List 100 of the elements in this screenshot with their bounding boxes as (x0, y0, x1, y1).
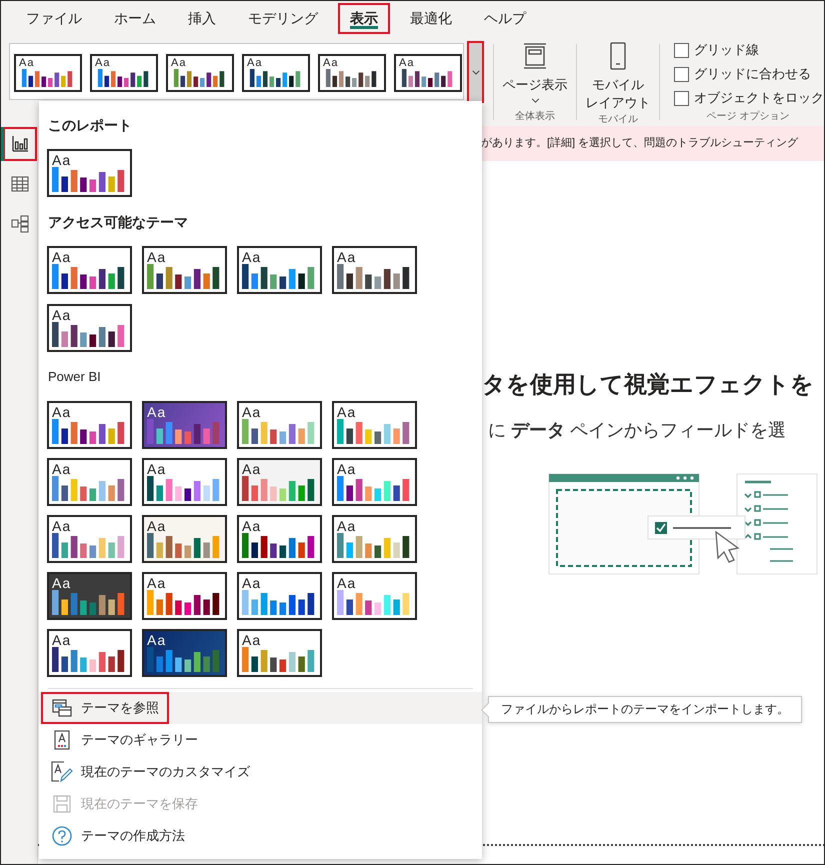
theme-thumbnail[interactable]: Aa (332, 246, 417, 294)
theme-thumbnail[interactable]: Aa (142, 515, 227, 563)
theme-sample-text: Aa (52, 462, 72, 476)
theme-thumbnail[interactable]: Aa (242, 54, 310, 92)
section-title: Power BI (48, 368, 102, 386)
group-label: ページ オプション (706, 110, 790, 124)
theme-thumbnail[interactable]: Aa (142, 246, 227, 294)
tooltip: ファイルからレポートのテーマをインポートします。 (482, 696, 802, 723)
phone-icon (609, 42, 627, 70)
theme-sample-text: Aa (242, 405, 262, 419)
theme-thumbnail[interactable]: Aa (47, 572, 132, 620)
menu-item[interactable]: テーマを参照 (39, 692, 482, 724)
theme-sample-text: Aa (337, 405, 358, 419)
checkbox-label: オブジェクトをロック (694, 89, 824, 107)
model-icon (11, 215, 29, 233)
menu-tab[interactable]: 挿入 (176, 3, 228, 34)
group-label: 全体表示 (515, 110, 555, 124)
bar-chart-icon (147, 264, 222, 289)
theme-thumbnail[interactable]: Aa (142, 401, 227, 449)
view-button[interactable] (3, 127, 37, 161)
theme-thumbnail[interactable]: Aa (47, 304, 132, 352)
theme-thumbnail[interactable]: Aa (142, 572, 227, 620)
bar-chart-icon (242, 264, 317, 289)
theme-sample-text: Aa (242, 250, 262, 264)
menu-tab[interactable]: ホーム (102, 3, 168, 34)
theme-thumbnail[interactable]: Aa (142, 629, 227, 677)
bar-chart-icon (242, 647, 317, 672)
bar-chart-icon (242, 419, 317, 444)
bar-chart-icon (337, 590, 412, 615)
theme-thumbnail[interactable]: Aa (237, 572, 322, 620)
theme-sample-text: Aa (242, 462, 262, 476)
section-title: このレポート (48, 116, 133, 135)
ribbon-button[interactable]: ページ表示 (498, 36, 572, 103)
theme-thumbnail[interactable]: Aa (237, 629, 322, 677)
menu-tab[interactable]: ファイル (14, 3, 94, 34)
menu-tab[interactable]: 表示 (338, 3, 390, 34)
theme-thumbnail[interactable]: Aa (47, 401, 132, 449)
bar-chart-icon (52, 264, 127, 289)
theme-thumbnail[interactable]: Aa (47, 515, 132, 563)
bar-chart-icon (147, 533, 222, 558)
theme-sample-text: Aa (147, 250, 168, 264)
bar-chart-icon (242, 533, 317, 558)
bar-chart-icon (242, 590, 317, 615)
bar-chart-icon (147, 476, 222, 501)
theme-thumbnail[interactable]: Aa (47, 246, 132, 294)
help-icon (52, 826, 72, 846)
more-themes-button[interactable] (467, 41, 484, 103)
bar-chart-icon (147, 647, 222, 672)
menu-tab[interactable]: ヘルプ (472, 3, 538, 34)
theme-sample-text: Aa (337, 462, 358, 476)
theme-sample-text: Aa (242, 633, 262, 647)
theme-sample-text: Aa (52, 250, 72, 264)
theme-thumbnail[interactable]: Aa (90, 54, 158, 92)
chevron-down-icon (472, 70, 480, 74)
pen-icon (51, 761, 73, 783)
theme-thumbnail[interactable]: Aa (166, 54, 234, 92)
checkbox[interactable] (674, 42, 689, 58)
page-view-icon (521, 42, 549, 70)
window-icon (52, 699, 72, 717)
theme-thumbnail[interactable]: Aa (142, 458, 227, 506)
theme-thumbnail[interactable]: Aa (318, 54, 386, 92)
theme-thumbnail[interactable]: Aa (394, 54, 462, 92)
theme-sample-text: Aa (337, 576, 358, 590)
theme-sample-text: Aa (52, 308, 72, 322)
theme-sample-text: Aa (147, 405, 168, 419)
bar-chart-icon (11, 135, 29, 153)
bar-chart-icon (337, 419, 412, 444)
theme-sample-text: Aa (52, 153, 72, 167)
group-label: モバイル (598, 113, 638, 127)
bar-chart-icon (337, 476, 412, 501)
bar-chart-icon (337, 533, 412, 558)
bar-chart-icon (147, 590, 222, 615)
menu-item[interactable]: テーマのギャラリー (39, 724, 482, 756)
theme-thumbnail[interactable]: Aa (332, 458, 417, 506)
theme-thumbnail[interactable]: Aa (47, 149, 132, 197)
empty-canvas-hint: に データ ペインからフィールドを選 (488, 419, 788, 442)
theme-thumbnail[interactable]: Aa (332, 515, 417, 563)
ribbon-button[interactable]: モバイル レイアウト (581, 36, 655, 112)
theme-sample-text: Aa (323, 58, 340, 69)
theme-sample-text: Aa (19, 58, 36, 69)
theme-sample-text: Aa (147, 462, 168, 476)
theme-thumbnail[interactable]: Aa (237, 401, 322, 449)
theme-thumbnail[interactable]: Aa (14, 54, 82, 92)
bar-chart-icon (52, 590, 127, 615)
theme-thumbnail[interactable]: Aa (332, 401, 417, 449)
theme-sample-text: Aa (52, 519, 72, 533)
checkbox[interactable] (674, 66, 689, 82)
theme-thumbnail[interactable]: Aa (237, 458, 322, 506)
bar-chart-icon (52, 322, 127, 347)
menu-tab[interactable]: 最適化 (398, 3, 464, 34)
menu-item[interactable]: 現在のテーマのカスタマイズ (39, 756, 482, 788)
save-icon (53, 795, 71, 813)
menu-item[interactable]: テーマの作成方法 (39, 820, 482, 852)
checkbox[interactable] (674, 90, 689, 106)
menu-tab[interactable]: モデリング (236, 3, 330, 34)
theme-thumbnail[interactable]: Aa (47, 629, 132, 677)
theme-thumbnail[interactable]: Aa (237, 515, 322, 563)
theme-thumbnail[interactable]: Aa (237, 246, 322, 294)
theme-thumbnail[interactable]: Aa (47, 458, 132, 506)
theme-thumbnail[interactable]: Aa (332, 572, 417, 620)
